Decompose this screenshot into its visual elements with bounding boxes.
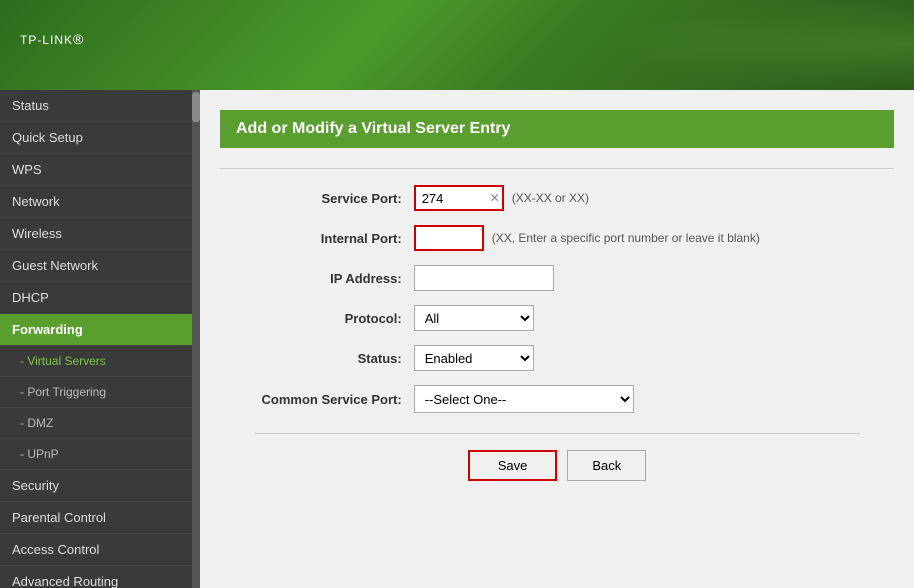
- section-title: Add or Modify a Virtual Server Entry: [220, 110, 894, 148]
- header: TP-LINK®: [0, 0, 914, 90]
- service-port-clear-button[interactable]: ✕: [490, 191, 500, 205]
- protocol-group: All TCP UDP TCP/UDP: [414, 305, 534, 331]
- sidebar-item-wps[interactable]: WPS: [0, 154, 200, 186]
- protocol-select[interactable]: All TCP UDP TCP/UDP: [414, 305, 534, 331]
- service-port-label: Service Port:: [254, 191, 414, 206]
- sidebar-item-status[interactable]: Status: [0, 90, 200, 122]
- sidebar-item-security[interactable]: Security: [0, 470, 200, 502]
- internal-port-row: Internal Port: (XX, Enter a specific por…: [254, 225, 861, 251]
- sidebar-item-dhcp[interactable]: DHCP: [0, 282, 200, 314]
- sidebar-item-forwarding[interactable]: Forwarding: [0, 314, 200, 346]
- sidebar-item-parental-control[interactable]: Parental Control: [0, 502, 200, 534]
- ip-address-input[interactable]: [414, 265, 554, 291]
- status-select[interactable]: Enabled Disabled: [414, 345, 534, 371]
- divider-top: [220, 168, 894, 169]
- internal-port-hint: (XX, Enter a specific port number or lea…: [492, 231, 760, 245]
- status-row: Status: Enabled Disabled: [254, 345, 861, 371]
- logo: TP-LINK®: [20, 24, 84, 66]
- service-port-input-wrapper: ✕: [414, 185, 504, 211]
- internal-port-group: (XX, Enter a specific port number or lea…: [414, 225, 760, 251]
- divider-bottom: [254, 433, 861, 434]
- common-service-port-group: --Select One-- DNS FTP HTTP HTTPS IMAP L…: [414, 385, 634, 413]
- status-label: Status:: [254, 351, 414, 366]
- common-service-port-select[interactable]: --Select One-- DNS FTP HTTP HTTPS IMAP L…: [414, 385, 634, 413]
- internal-port-label: Internal Port:: [254, 231, 414, 246]
- sidebar-item-port-triggering[interactable]: - Port Triggering: [0, 377, 200, 408]
- logo-tm: ®: [73, 31, 84, 47]
- sidebar: StatusQuick SetupWPSNetworkWirelessGuest…: [0, 90, 200, 588]
- sidebar-item-dmz[interactable]: - DMZ: [0, 408, 200, 439]
- sidebar-item-quick-setup[interactable]: Quick Setup: [0, 122, 200, 154]
- ip-address-group: [414, 265, 554, 291]
- save-button[interactable]: Save: [468, 450, 558, 481]
- back-button[interactable]: Back: [567, 450, 646, 481]
- ip-address-label: IP Address:: [254, 271, 414, 286]
- sidebar-item-virtual-servers[interactable]: - Virtual Servers: [0, 346, 200, 377]
- service-port-row: Service Port: ✕ (XX-XX or XX): [254, 185, 861, 211]
- sidebar-item-access-control[interactable]: Access Control: [0, 534, 200, 566]
- logo-text: TP-LINK: [20, 33, 73, 47]
- status-group: Enabled Disabled: [414, 345, 534, 371]
- form: Service Port: ✕ (XX-XX or XX) Internal P…: [254, 185, 861, 481]
- common-service-port-label: Common Service Port:: [254, 392, 414, 407]
- sidebar-item-upnp[interactable]: - UPnP: [0, 439, 200, 470]
- protocol-label: Protocol:: [254, 311, 414, 326]
- button-row: Save Back: [254, 450, 861, 481]
- sidebar-item-network[interactable]: Network: [0, 186, 200, 218]
- common-service-row: Common Service Port: --Select One-- DNS …: [254, 385, 861, 413]
- main-content: Add or Modify a Virtual Server Entry Ser…: [200, 90, 914, 588]
- sidebar-item-wireless[interactable]: Wireless: [0, 218, 200, 250]
- internal-port-input[interactable]: [414, 225, 484, 251]
- ip-address-row: IP Address:: [254, 265, 861, 291]
- service-port-hint: (XX-XX or XX): [512, 191, 589, 205]
- sidebar-item-advanced-routing[interactable]: Advanced Routing: [0, 566, 200, 588]
- protocol-row: Protocol: All TCP UDP TCP/UDP: [254, 305, 861, 331]
- sidebar-item-guest-network[interactable]: Guest Network: [0, 250, 200, 282]
- service-port-group: ✕ (XX-XX or XX): [414, 185, 589, 211]
